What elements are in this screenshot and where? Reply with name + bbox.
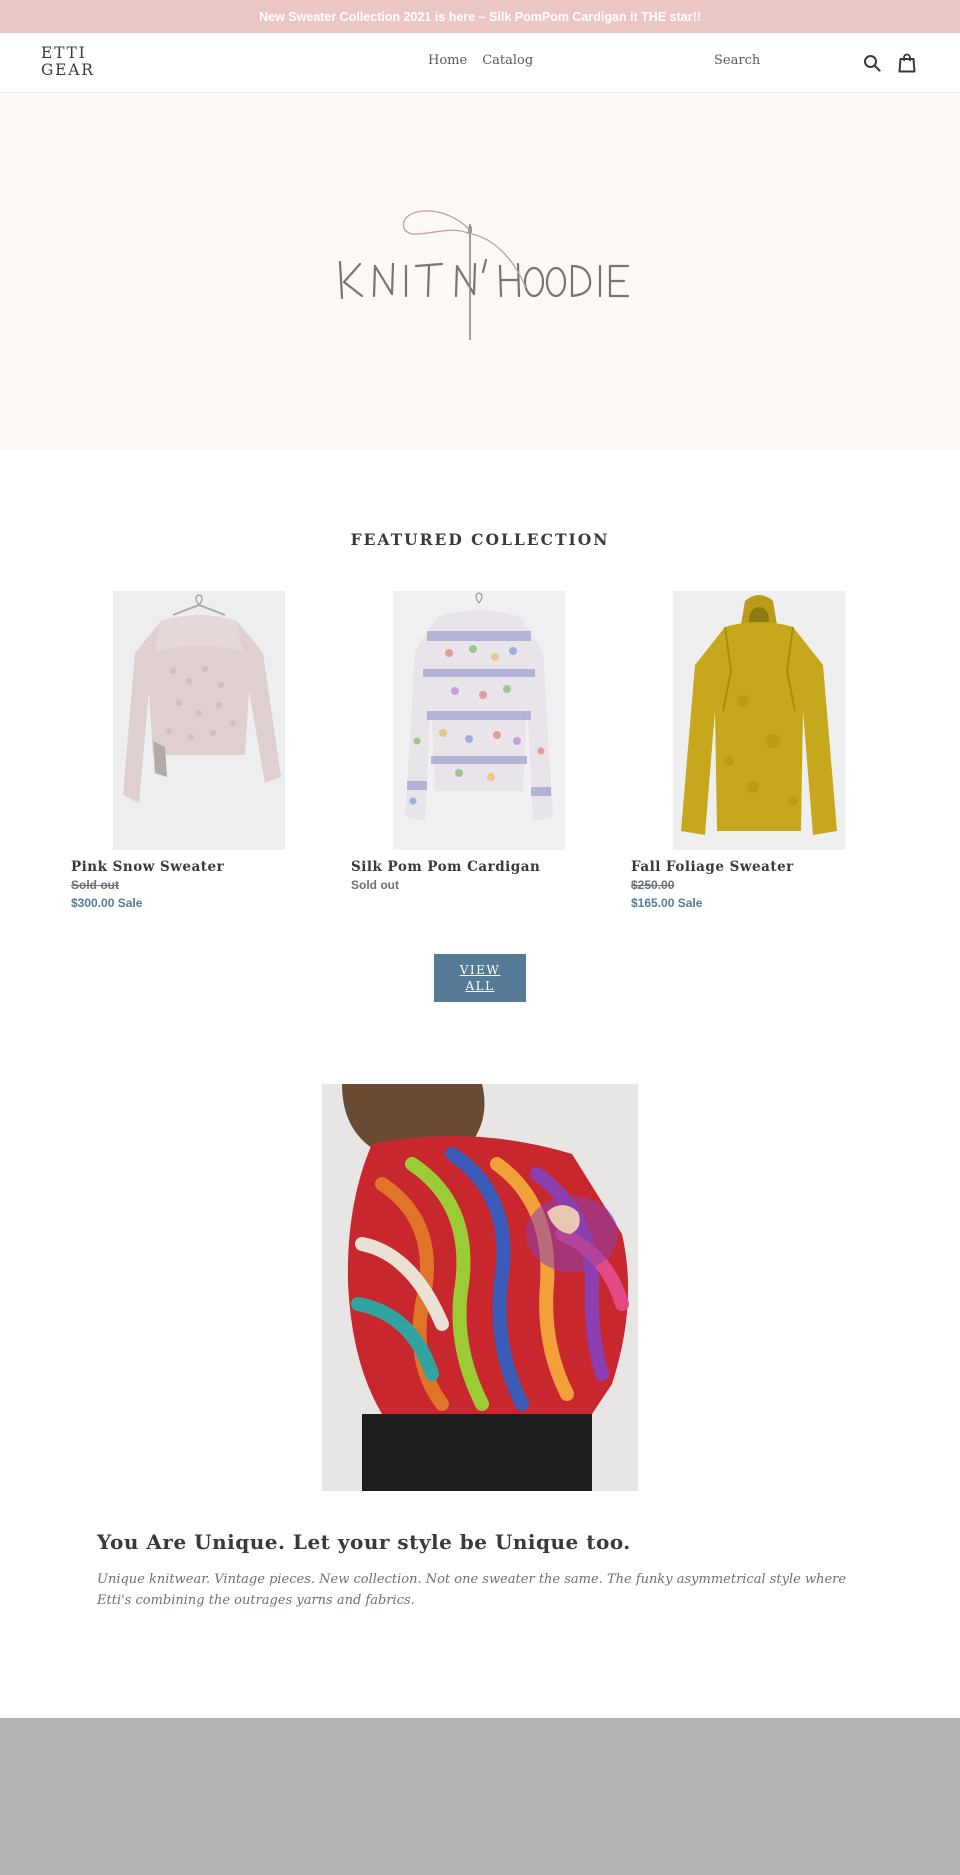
product-sale-price: $300.00 Sale bbox=[71, 896, 143, 910]
search-link[interactable]: Search bbox=[714, 53, 760, 68]
cart-icon[interactable] bbox=[896, 52, 918, 74]
product-status-original: Sold out bbox=[71, 878, 119, 892]
site-footer bbox=[0, 1718, 960, 1875]
product-sale-price: $165.00 Sale bbox=[631, 896, 703, 910]
nav-catalog[interactable]: Catalog bbox=[482, 53, 533, 68]
product-status: Sold out bbox=[351, 878, 399, 892]
product-name[interactable]: Silk Pom Pom Cardigan bbox=[351, 859, 611, 875]
feature-description: Unique knitwear. Vintage pieces. New col… bbox=[97, 1572, 847, 1608]
announcement-text: New Sweater Collection 2021 is here – Si… bbox=[259, 9, 701, 24]
product-image[interactable] bbox=[113, 591, 285, 850]
product-name[interactable]: Pink Snow Sweater bbox=[71, 859, 331, 875]
hero-banner bbox=[0, 94, 960, 450]
product-name[interactable]: Fall Foliage Sweater bbox=[631, 859, 891, 875]
nav-home[interactable]: Home bbox=[428, 53, 467, 68]
product-image[interactable] bbox=[393, 591, 565, 850]
knit-n-hoodie-logo bbox=[338, 210, 630, 340]
site-logo[interactable]: ETTI GEAR bbox=[41, 45, 111, 79]
site-header: ETTI GEAR Home Catalog Search bbox=[0, 33, 960, 93]
product-image[interactable] bbox=[673, 591, 845, 850]
main-nav: Home Catalog bbox=[428, 53, 533, 68]
feature-heading: You Are Unique. Let your style be Unique… bbox=[97, 1530, 631, 1554]
featured-collection-title: FEATURED COLLECTION bbox=[350, 530, 610, 549]
announcement-bar[interactable]: New Sweater Collection 2021 is here – Si… bbox=[0, 0, 960, 33]
product-regular-price: $250.00 bbox=[631, 878, 675, 892]
search-icon[interactable] bbox=[861, 52, 883, 74]
feature-image-rainbow-sweater bbox=[322, 1084, 638, 1491]
view-all-button[interactable]: VIEW ALL bbox=[434, 954, 526, 1002]
